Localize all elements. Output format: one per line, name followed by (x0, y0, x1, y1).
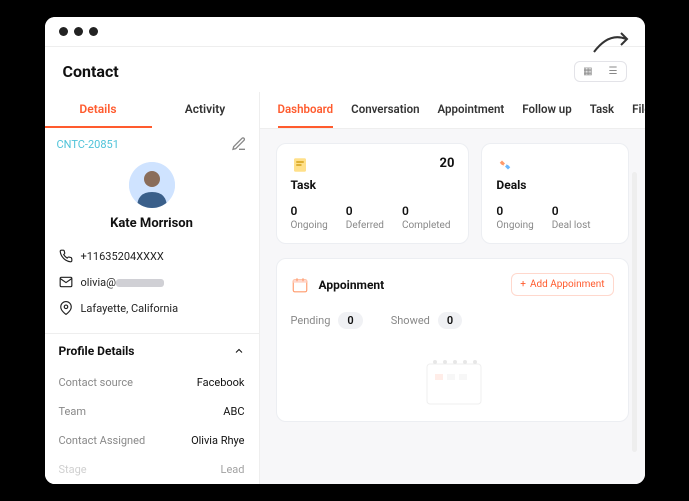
add-appointment-label: Add Appoinment (530, 279, 605, 290)
task-icon (291, 156, 309, 174)
stat-task-deferred: 0Deferred (346, 204, 384, 231)
grid-view-icon[interactable]: ▦ (575, 62, 600, 81)
location-row: Lafayette, California (59, 295, 245, 321)
browser-window: Contact ▦ ☰ Details Activity CNTC-20851 (45, 17, 645, 484)
deals-card: Deals 0Ongoing 0Deal lost (481, 143, 628, 244)
main-panel: Dashboard Conversation Appointment Follo… (260, 92, 645, 484)
stat-showed: Showed 0 (391, 312, 462, 329)
stat-pending: Pending 0 (291, 312, 363, 329)
stat-deals-ongoing: 0Ongoing (496, 204, 533, 231)
profile-details-title: Profile Details (59, 344, 135, 358)
field-contact-source: Contact sourceFacebook (45, 368, 259, 397)
plus-icon: + (520, 279, 526, 290)
contact-name: Kate Morrison (45, 216, 259, 231)
field-stage: StageLead (45, 455, 259, 484)
stat-task-ongoing: 0Ongoing (291, 204, 328, 231)
chevron-up-icon (233, 345, 245, 357)
list-view-icon[interactable]: ☰ (601, 62, 626, 81)
tab-task[interactable]: Task (590, 102, 614, 128)
mail-icon (59, 275, 73, 289)
tab-file[interactable]: File (632, 102, 644, 128)
location-value: Lafayette, California (81, 302, 179, 315)
avatar (129, 162, 175, 208)
deals-card-title: Deals (496, 178, 613, 192)
tab-followup[interactable]: Follow up (522, 102, 571, 128)
tab-conversation[interactable]: Conversation (351, 102, 419, 128)
edit-icon[interactable] (231, 136, 247, 152)
tab-dashboard[interactable]: Dashboard (278, 102, 334, 128)
window-dot (74, 27, 83, 36)
task-card: 20 Task 0Ongoing 0Deferred 0Completed (276, 143, 470, 244)
tab-details[interactable]: Details (45, 92, 152, 128)
email-prefix: olivia@ (81, 276, 117, 289)
deals-icon (496, 156, 514, 174)
phone-row: +11635204XXXX (59, 243, 245, 269)
task-card-title: Task (291, 178, 455, 192)
profile-details-header[interactable]: Profile Details (45, 333, 259, 368)
stat-task-completed: 0Completed (402, 204, 451, 231)
tab-appointment[interactable]: Appointment (438, 102, 505, 128)
scrollbar[interactable] (632, 172, 637, 452)
window-controls (45, 17, 645, 47)
page-title: Contact (63, 62, 119, 81)
field-team: TeamABC (45, 397, 259, 426)
add-appointment-button[interactable]: + Add Appoinment (511, 273, 613, 296)
email-redacted (116, 279, 164, 287)
view-toggle[interactable]: ▦ ☰ (574, 61, 626, 82)
task-count: 20 (440, 156, 455, 171)
tab-activity[interactable]: Activity (152, 92, 259, 128)
location-icon (59, 301, 73, 315)
empty-illustration (291, 347, 614, 407)
calendar-icon (291, 276, 309, 294)
window-dot (59, 27, 68, 36)
appointment-card: Appoinment + Add Appoinment Pending 0 (276, 258, 629, 422)
contact-sidebar: Details Activity CNTC-20851 Kate Morriso… (45, 92, 260, 484)
appointment-title: Appoinment (319, 278, 385, 292)
stat-deals-lost: 0Deal lost (552, 204, 591, 231)
window-dot (89, 27, 98, 36)
phone-icon (59, 249, 73, 263)
field-contact-assigned: Contact AssignedOlivia Rhye (45, 426, 259, 455)
decorative-arrow-icon (591, 27, 631, 57)
phone-value: +11635204XXXX (81, 250, 164, 263)
email-row: olivia@ (59, 269, 245, 295)
contact-id[interactable]: CNTC-20851 (57, 138, 119, 151)
